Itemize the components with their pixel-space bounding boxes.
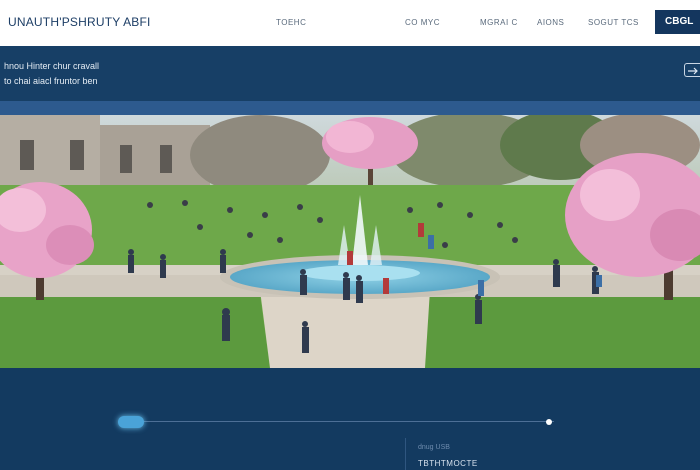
- nav-item-2[interactable]: CO MYC: [405, 18, 440, 27]
- top-navbar: UNAUTH'PSHRUTY ABFI TOEHC CO MYC MGRAI C…: [0, 0, 700, 46]
- nav-item-4[interactable]: AIONS: [537, 18, 564, 27]
- hero-text-line-2: to chai aiacl fruntor ben: [4, 76, 98, 86]
- footer-text: TBTHTMOCTE: [418, 459, 478, 468]
- footer-band: dnug USB TBTHTMOCTE: [0, 368, 700, 470]
- progress-handle[interactable]: [118, 416, 144, 428]
- accent-stripe: [0, 101, 700, 115]
- arrow-right-icon[interactable]: [684, 63, 700, 77]
- site-logo[interactable]: UNAUTH'PSHRUTY ABFI: [8, 15, 151, 29]
- hero-text-line-1: hnou Hinter chur cravall: [4, 61, 100, 71]
- progress-slider[interactable]: [118, 416, 558, 428]
- nav-item-3[interactable]: MGRAI C: [480, 18, 518, 27]
- nav-item-5[interactable]: SOGUT TCS: [588, 18, 639, 27]
- footer-divider: [405, 438, 406, 470]
- progress-end-dot: [546, 419, 552, 425]
- nav-item-1[interactable]: TOEHC: [276, 18, 306, 27]
- hero-banner: hnou Hinter chur cravall to chai aiacl f…: [0, 46, 700, 101]
- campus-photo: [0, 115, 700, 368]
- cta-button[interactable]: CBGL: [655, 10, 700, 34]
- footer-small-label: dnug USB: [418, 444, 450, 451]
- progress-track: [144, 421, 554, 422]
